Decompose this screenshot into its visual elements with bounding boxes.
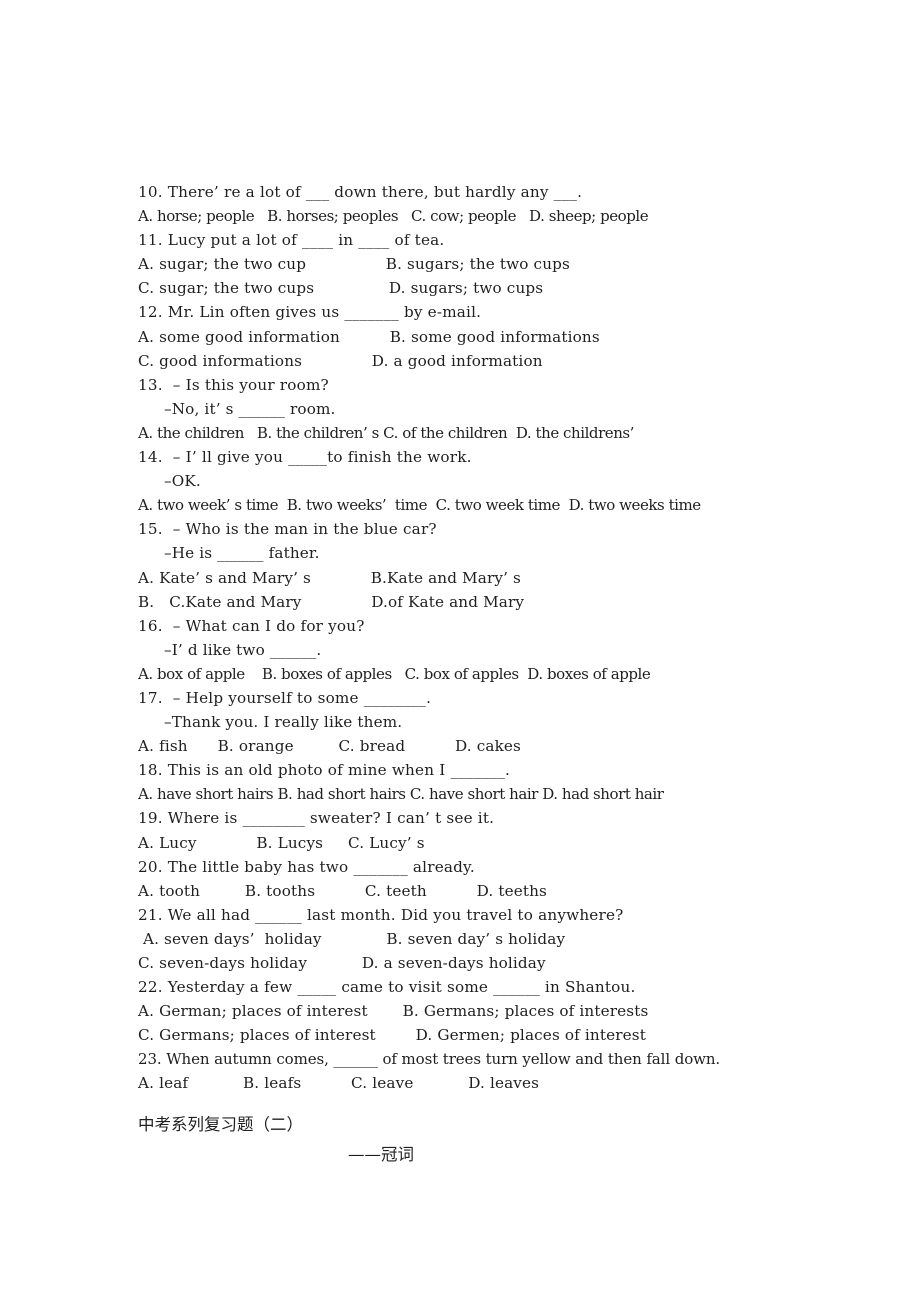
- question-stem: 16. – What can I do for you?: [138, 616, 365, 635]
- question-options: A. seven days’ holiday B. seven day’ s h…: [138, 929, 566, 948]
- question-options: A. Kate’ s and Mary’ s B.Kate and Mary’ …: [138, 568, 521, 587]
- question-stem: 14. – I’ ll give you _____to finish the …: [138, 448, 472, 467]
- question-options: C. good informations D. a good informati…: [138, 351, 543, 370]
- question-options: A. have short hairs B. had short hairs C…: [138, 785, 664, 804]
- question-stem: 23. When autumn comes, ______ of most tr…: [138, 1050, 721, 1069]
- section-heading: 中考系列复习题（二）: [138, 1115, 303, 1134]
- section-subheading: ——冠词: [348, 1145, 414, 1164]
- question-stem: 10. There’ re a lot of ___ down there, b…: [138, 183, 583, 201]
- question-options: A. fish B. orange C. bread D. cakes: [138, 737, 522, 756]
- question-options: A. box of apple B. boxes of apples C. bo…: [138, 664, 651, 683]
- question-options: A. tooth B. tooths C. teeth D. teeths: [138, 881, 547, 900]
- question-stem: 21. We all had ______ last month. Did yo…: [138, 905, 624, 924]
- question-stem: 18. This is an old photo of mine when I …: [138, 761, 511, 780]
- question-options: C. sugar; the two cups D. sugars; two cu…: [138, 279, 544, 298]
- question-stem: 15. – Who is the man in the blue car?: [138, 520, 437, 539]
- question-reply: –Thank you. I really like them.: [164, 713, 403, 732]
- question-options: A. the children B. the children’ s C. of…: [138, 423, 634, 442]
- document-page: 10. There’ re a lot of ___ down there, b…: [0, 0, 920, 1302]
- question-stem: 22. Yesterday a few _____ came to visit …: [138, 978, 636, 997]
- question-options: B. C.Kate and Mary D.of Kate and Mary: [138, 592, 525, 611]
- question-reply: –I’ d like two ______.: [164, 640, 322, 659]
- question-stem: 17. – Help yourself to some ________.: [138, 688, 432, 707]
- question-options: A. German; places of interest B. Germans…: [138, 1002, 649, 1021]
- question-options: A. some good information B. some good in…: [138, 327, 600, 346]
- question-stem: 11. Lucy put a lot of ____ in ____ of te…: [138, 231, 445, 250]
- question-reply: –OK.: [164, 472, 201, 491]
- question-reply: –He is ______ father.: [164, 544, 320, 563]
- question-options: A. Lucy B. Lucys C. Lucy’ s: [138, 833, 425, 852]
- question-stem: 13. – Is this your room?: [138, 375, 329, 394]
- question-reply: –No, it’ s ______ room.: [164, 399, 336, 418]
- question-options: A. two week’ s time B. two weeks’ time C…: [138, 496, 701, 515]
- question-options: C. seven-days holiday D. a seven-days ho…: [138, 954, 546, 972]
- question-stem: 20. The little baby has two _______ alre…: [138, 857, 475, 876]
- question-options: A. sugar; the two cup B. sugars; the two…: [138, 255, 570, 274]
- question-options: A. horse; people B. horses; peoples C. c…: [138, 207, 649, 226]
- question-options: A. leaf B. leafs C. leave D. leaves: [138, 1074, 540, 1093]
- question-stem: 12. Mr. Lin often gives us _______ by e-…: [138, 303, 482, 322]
- section-heading-block: 中考系列复习题（二） ——冠词: [138, 1110, 818, 1170]
- question-stem: 19. Where is ________ sweater? I can’ t …: [138, 809, 495, 828]
- question-options: C. Germans; places of interest D. Germen…: [138, 1026, 646, 1045]
- exercise-body: 10. There’ re a lot of ___ down there, b…: [138, 180, 818, 1096]
